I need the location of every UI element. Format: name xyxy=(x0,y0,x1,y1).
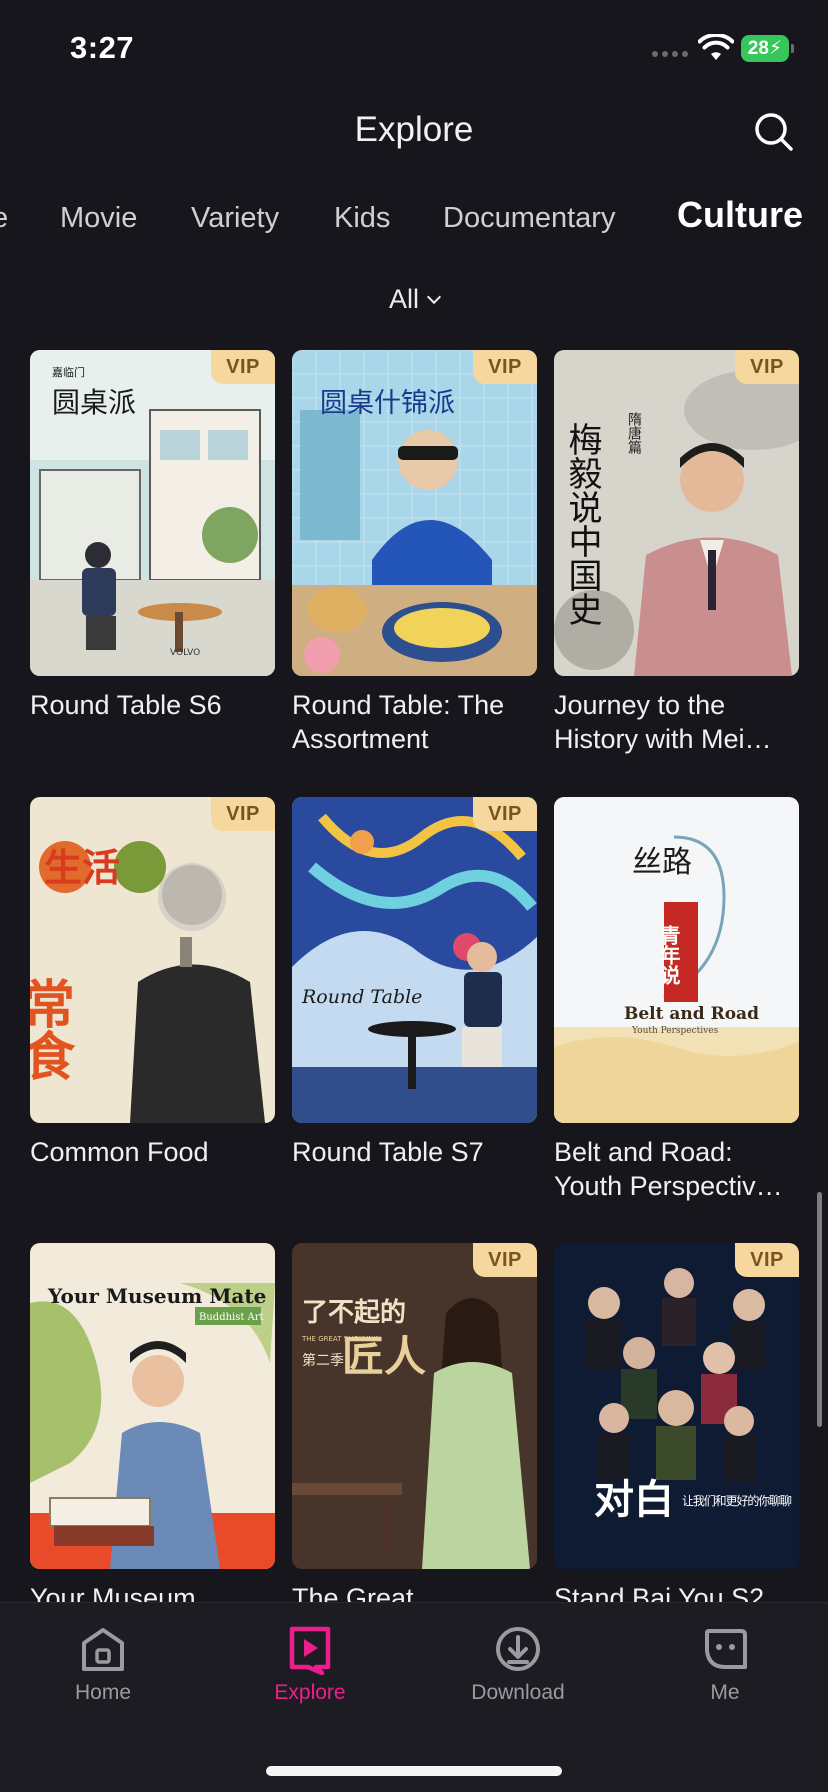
battery-indicator: 28⚡ xyxy=(741,35,789,62)
content-card[interactable]: 对白 让我们和更好的你聊聊 VIP Stand Bai You S2 xyxy=(554,1243,799,1615)
poster-subtitle-text: 隋唐篇 xyxy=(626,412,642,454)
poster-title-text: 对白 xyxy=(594,1476,674,1523)
category-tabs: e Movie Variety Kids Documentary Culture xyxy=(0,193,828,246)
vip-badge: VIP xyxy=(211,797,275,831)
nav-home[interactable]: Home xyxy=(33,1623,173,1705)
tab-documentary[interactable]: Documentary xyxy=(443,196,615,240)
wifi-icon xyxy=(698,34,734,60)
card-title: Journey to the History with Mei… xyxy=(554,690,772,754)
content-card[interactable]: Your Museum Mate Buddhist Art Your Museu… xyxy=(30,1243,275,1615)
poster-image: Your Museum Mate Buddhist Art xyxy=(30,1243,275,1569)
poster-sponsor-text: 嘉临门 xyxy=(52,365,85,379)
poster-subtitle-text: Buddhist Art xyxy=(199,1312,264,1323)
battery-level: 28 xyxy=(747,38,769,59)
bottom-tab-bar: Home Explore Download Me xyxy=(0,1602,828,1792)
tab-culture[interactable]: Culture xyxy=(677,193,803,237)
search-icon[interactable] xyxy=(752,110,794,152)
poster-english-title: THE GREAT SHOKUNIN xyxy=(301,1335,381,1343)
poster-title-text: 梅毅说中国史 xyxy=(562,422,602,626)
card-title: Common Food xyxy=(30,1137,209,1167)
content-card[interactable]: 了不起的 匠人 THE GREAT SHOKUNIN 第二季 VIP The G… xyxy=(292,1243,537,1615)
poster-subtitle-text: 青年说 xyxy=(657,925,681,986)
tab-kids[interactable]: Kids xyxy=(334,196,390,240)
home-icon xyxy=(82,1628,124,1671)
poster-title-text: 圆桌什锦派 xyxy=(320,388,455,419)
card-title: Belt and Road: Youth Perspectiv… xyxy=(554,1137,783,1201)
explore-icon xyxy=(289,1626,331,1675)
nav-home-label: Home xyxy=(74,1681,132,1704)
poster-title-text: Your Museum Mate xyxy=(47,1284,266,1308)
status-time: 3:27 xyxy=(70,30,135,65)
poster-english-subtitle: Youth Perspectives xyxy=(631,1026,719,1036)
content-card[interactable]: 圆桌什锦派 VIP Round Table: The Assortment xyxy=(292,350,537,756)
vip-badge: VIP xyxy=(473,1243,537,1277)
content-card[interactable]: 圆桌派 嘉临门 VOLVO VIP Round Table S6 xyxy=(30,350,275,722)
battery-cap xyxy=(791,44,794,53)
home-indicator[interactable] xyxy=(266,1766,562,1776)
me-icon xyxy=(705,1629,747,1669)
download-icon xyxy=(496,1627,540,1671)
content-card[interactable]: 梅毅说中国史 隋唐篇 VIP Journey to the History wi… xyxy=(554,350,799,756)
vip-badge: VIP xyxy=(735,1243,799,1277)
poster-image: 梅毅说中国史 隋唐篇 VIP xyxy=(554,350,799,676)
tab-movie[interactable]: Movie xyxy=(60,196,137,240)
poster-image: 了不起的 匠人 THE GREAT SHOKUNIN 第二季 VIP xyxy=(292,1243,537,1569)
content-card[interactable]: 生活 常食 VIP Common Food xyxy=(30,797,275,1169)
vip-badge: VIP xyxy=(211,350,275,384)
poster-image: 生活 常食 VIP xyxy=(30,797,275,1123)
filter-dropdown[interactable]: All xyxy=(0,284,828,315)
poster-image: 丝路 青年说 Belt and Road Youth Perspectives xyxy=(554,797,799,1123)
poster-title-text: 了不起的 xyxy=(302,1297,406,1328)
nav-me-label: Me xyxy=(710,1681,740,1704)
poster-subtitle-text: 常食 xyxy=(30,977,75,1081)
nav-download-label: Download xyxy=(471,1681,565,1704)
vip-badge: VIP xyxy=(473,797,537,831)
explore-screen: 3:27 28⚡ Explore e Movie Variety Kids Do… xyxy=(0,0,828,1792)
nav-me[interactable]: Me xyxy=(655,1623,795,1705)
tab-partial[interactable]: e xyxy=(0,196,8,240)
cellular-signal-icon xyxy=(652,51,688,57)
tab-variety[interactable]: Variety xyxy=(191,196,279,240)
poster-brand-text: VOLVO xyxy=(170,648,200,658)
nav-download[interactable]: Download xyxy=(448,1623,588,1705)
filter-label: All xyxy=(388,284,419,314)
poster-season-text: 第二季 xyxy=(302,1352,344,1369)
poster-title-text: Round Table xyxy=(301,986,422,1008)
poster-image: 对白 让我们和更好的你聊聊 VIP xyxy=(554,1243,799,1569)
page-title: Explore xyxy=(354,110,474,149)
poster-image: Round Table VIP xyxy=(292,797,537,1123)
card-title: Round Table S7 xyxy=(292,1137,484,1167)
content-card[interactable]: 丝路 青年说 Belt and Road Youth Perspectives … xyxy=(554,797,799,1203)
nav-explore-label: Explore xyxy=(274,1681,346,1704)
content-card[interactable]: Round Table VIP Round Table S7 xyxy=(292,797,537,1169)
nav-explore[interactable]: Explore xyxy=(240,1623,380,1705)
poster-image: 圆桌派 嘉临门 VOLVO VIP xyxy=(30,350,275,676)
poster-title-text: 圆桌派 xyxy=(52,386,136,419)
scrollbar[interactable] xyxy=(817,1192,822,1427)
poster-english-title: Belt and Road xyxy=(624,1004,759,1024)
card-title: Round Table: The Assortment xyxy=(292,690,505,754)
card-title: Round Table S6 xyxy=(30,690,222,720)
poster-image: 圆桌什锦派 VIP xyxy=(292,350,537,676)
vip-badge: VIP xyxy=(735,350,799,384)
poster-title-text: 丝路 xyxy=(632,845,692,880)
poster-subtitle-text: 让我们和更好的你聊聊 xyxy=(682,1493,792,1508)
poster-title-text: 生活 xyxy=(44,845,120,890)
vip-badge: VIP xyxy=(473,350,537,384)
chevron-down-icon xyxy=(426,289,442,305)
